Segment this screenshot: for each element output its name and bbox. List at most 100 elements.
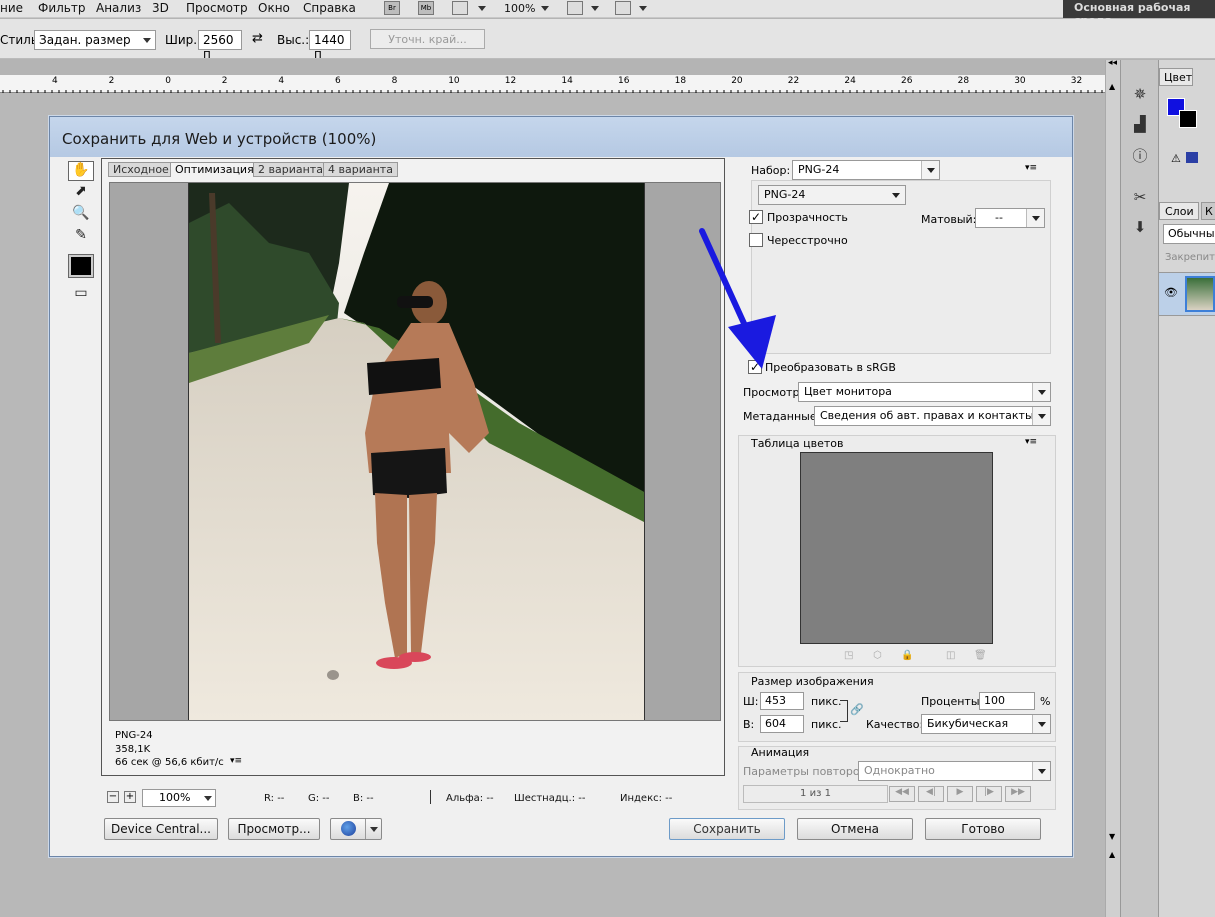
swap-icon[interactable]: ⇄ (252, 31, 263, 46)
width-field[interactable]: 2560 п (198, 30, 242, 61)
first-frame-icon[interactable]: ◀◀ (889, 786, 915, 802)
tab-layers[interactable]: Слои (1159, 202, 1199, 220)
zoom-tool-icon[interactable]: 🔍 (68, 205, 94, 225)
slice-select-icon[interactable]: ⬈ (68, 183, 94, 203)
gamut-swatch[interactable] (1186, 152, 1198, 163)
lock-color-icon[interactable]: 🔒 (901, 650, 913, 661)
ruler-number: 24 (844, 76, 856, 86)
height-label: В: (743, 718, 755, 731)
prev-frame-icon[interactable]: ◀| (918, 786, 944, 802)
layer-row[interactable]: 👁 (1159, 272, 1215, 316)
blend-mode-select[interactable]: Обычны (1163, 224, 1215, 244)
format-select[interactable]: PNG-24 (758, 185, 906, 205)
slice-visibility-icon[interactable]: ▭ (68, 285, 94, 305)
cancel-button[interactable]: Отмена (797, 818, 913, 840)
eyedropper-icon[interactable]: ✎ (68, 227, 94, 247)
chevron-down-icon[interactable] (639, 6, 647, 11)
loop-label: Параметры повторов: (743, 765, 870, 778)
scroll-up-icon[interactable]: ▲ (1109, 850, 1115, 859)
chevron-down-icon[interactable] (478, 6, 486, 11)
menu-window[interactable]: Окно (258, 1, 290, 15)
preset-select[interactable]: PNG-24 (792, 160, 940, 180)
browser-select[interactable] (330, 818, 382, 840)
tools-icon[interactable]: ✂ (1129, 188, 1151, 208)
background-swatch[interactable] (1179, 110, 1197, 128)
last-frame-icon[interactable]: ▶▶ (1005, 786, 1031, 802)
optimize-menu-icon[interactable]: ▾≡ (1025, 163, 1037, 173)
info-menu-icon[interactable]: ▾≡ (230, 756, 242, 766)
ruler-number: 6 (335, 76, 341, 86)
preview-value: Цвет монитора (804, 385, 892, 398)
menu-image[interactable]: ние (0, 1, 23, 15)
zoom-out-icon[interactable]: − (107, 791, 119, 803)
image-height-field[interactable]: 604 (760, 715, 804, 733)
tab-optimized[interactable]: Оптимизация (170, 162, 259, 177)
save-button[interactable]: Сохранить (669, 818, 785, 840)
preview-select[interactable]: Цвет монитора (798, 382, 1051, 402)
scroll-strip[interactable]: ◂◂ ▲ ▼ ▲ (1105, 58, 1120, 917)
zoom-level[interactable]: 100% (504, 2, 535, 15)
menu-analysis[interactable]: Анализ (96, 1, 141, 15)
collapse-icon[interactable]: ◂◂ (1108, 58, 1117, 68)
ruler-number: 12 (504, 76, 517, 86)
metadata-select[interactable]: Сведения об авт. правах и контакты (814, 406, 1051, 426)
color-table-menu-icon[interactable]: ▾≡ (1025, 437, 1037, 447)
ruler-number: 26 (901, 76, 913, 86)
eye-icon[interactable]: 👁 (1164, 286, 1178, 299)
chevron-down-icon (1032, 383, 1050, 401)
extras-icon[interactable] (452, 1, 468, 15)
chevron-down-icon[interactable] (541, 6, 549, 11)
map-color-icon[interactable]: ◳ (844, 650, 853, 661)
mini-bridge-icon[interactable]: Mb (418, 1, 434, 15)
refine-edge-button[interactable]: Уточн. край... (370, 29, 485, 49)
menu-view[interactable]: Просмотр (186, 1, 248, 15)
histogram-icon[interactable]: ▟ (1129, 115, 1151, 135)
tab-color[interactable]: Цвет (1159, 68, 1193, 86)
arrange-icon[interactable] (567, 1, 583, 15)
eyedropper-color-swatch[interactable] (68, 254, 94, 278)
tab-channels[interactable]: К (1201, 202, 1215, 220)
link-icon[interactable]: 🔗 (850, 703, 864, 716)
zoom-select[interactable]: 100% (142, 789, 216, 807)
tab-2up[interactable]: 2 варианта (253, 162, 328, 177)
bridge-icon[interactable]: Br (384, 1, 400, 15)
web-shift-icon[interactable]: ⬡ (873, 650, 882, 661)
menu-help[interactable]: Справка (303, 1, 356, 15)
preset-label: Набор: (751, 164, 791, 177)
device-central-button[interactable]: Device Central... (104, 818, 218, 840)
chevron-down-icon (204, 796, 212, 801)
height-field[interactable]: 1440 п (309, 30, 351, 61)
percent-field[interactable]: 100 (979, 692, 1035, 710)
hand-tool-icon[interactable]: ✋ (68, 161, 94, 181)
menu-filter[interactable]: Фильтр (38, 1, 85, 15)
workspace-switcher[interactable]: Основная рабочая среда (1063, 0, 1215, 27)
info-icon[interactable]: ⓘ (1129, 145, 1151, 165)
preset-value: PNG-24 (798, 163, 840, 176)
transparency-checkbox[interactable]: ✓ (749, 210, 763, 224)
play-icon[interactable]: ▶ (947, 786, 973, 802)
tab-4up[interactable]: 4 варианта (323, 162, 398, 177)
quality-select[interactable]: Бикубическая (921, 714, 1051, 734)
zoom-in-icon[interactable]: + (124, 791, 136, 803)
scroll-down-icon[interactable]: ▼ (1109, 832, 1115, 841)
screen-mode-icon[interactable] (615, 1, 631, 15)
clone-icon[interactable]: ⬇ (1129, 218, 1151, 238)
color-table-swatches[interactable] (800, 452, 993, 644)
preview-button[interactable]: Просмотр... (228, 818, 320, 840)
new-color-icon[interactable]: ◫ (946, 650, 955, 661)
navigator-icon[interactable]: ✵ (1129, 85, 1151, 105)
ruler-number: 32 (1070, 76, 1083, 86)
next-frame-icon[interactable]: |▶ (976, 786, 1002, 802)
image-viewport[interactable] (109, 182, 721, 721)
chevron-down-icon[interactable] (591, 6, 599, 11)
matte-select[interactable]: -- (975, 208, 1045, 228)
scroll-up-icon[interactable]: ▲ (1109, 82, 1115, 91)
menu-3d[interactable]: 3D (152, 1, 169, 15)
loop-select[interactable]: Однократно (858, 761, 1051, 781)
image-width-field[interactable]: 453 (760, 692, 804, 710)
delete-color-icon[interactable]: 🗑 (974, 650, 987, 661)
width-label: Шир.: (165, 33, 202, 47)
tab-original[interactable]: Исходное (108, 162, 174, 177)
style-select[interactable]: Задан. размер (34, 30, 156, 50)
done-button[interactable]: Готово (925, 818, 1041, 840)
